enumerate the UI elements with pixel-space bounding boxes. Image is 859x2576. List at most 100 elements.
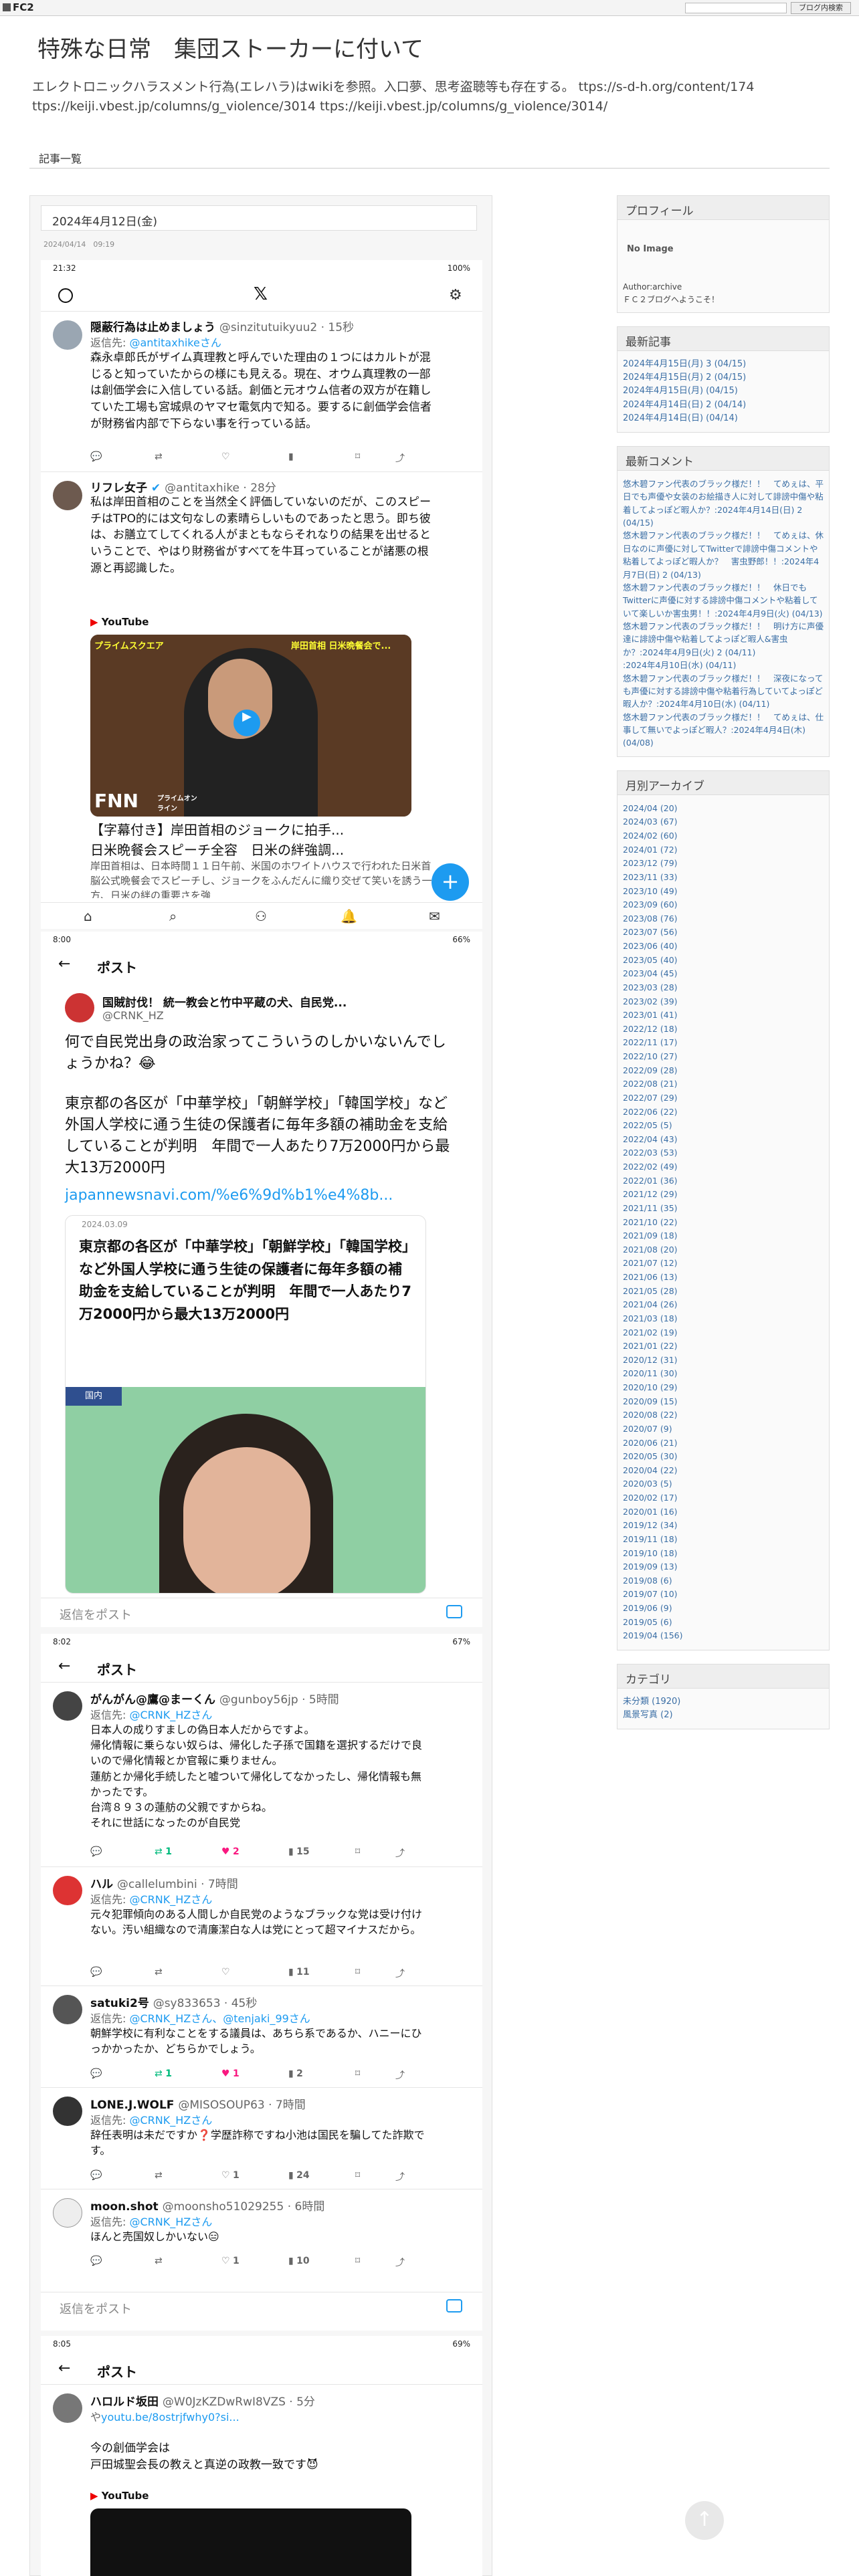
archive-month-link[interactable]: 2020/09 (15) [623, 1395, 824, 1409]
archive-month-link[interactable]: 2020/03 (5) [623, 1477, 824, 1491]
reply-icon[interactable]: 💬 [90, 2256, 102, 2266]
video-thumbnail[interactable]: プライムスクエア 岸田首相 日米晩餐会で... ▶ FNN プライムオンライン [90, 635, 411, 817]
archive-month-link[interactable]: 2022/01 (36) [623, 1174, 824, 1188]
views-icon[interactable]: ▮ 11 [288, 1967, 310, 1977]
archive-month-link[interactable]: 2022/05 (5) [623, 1119, 824, 1133]
views-icon[interactable]: ▮ 15 [288, 1846, 310, 1857]
reply-to-link[interactable]: @CRNK_HZさん [129, 1893, 212, 1906]
like-icon[interactable]: ♡ 1 [221, 2170, 240, 2181]
like-icon[interactable]: ♥ 1 [221, 2068, 240, 2079]
tweet-author[interactable]: リフレ女子 ✔ @antitaxhike · 28分 [90, 478, 276, 495]
recent-comment-link[interactable]: 悠木碧ファン代表のブラック様だ！！ てめぇは、仕事して無いでよっぽど暇人？:20… [623, 711, 824, 750]
reply-to-link[interactable]: @CRNK_HZさん [129, 2216, 212, 2228]
back-arrow-icon[interactable]: ← [58, 956, 70, 972]
archive-month-link[interactable]: 2020/06 (21) [623, 1436, 824, 1451]
youtube-link[interactable]: youtu.be/8ostrjfwhy0?si... [101, 2411, 240, 2424]
like-icon[interactable]: ♥ 2 [221, 1846, 240, 1857]
archive-month-link[interactable]: 2023/10 (49) [623, 885, 824, 899]
archive-month-link[interactable]: 2022/12 (18) [623, 1023, 824, 1037]
archive-month-link[interactable]: 2020/11 (30) [623, 1367, 824, 1381]
home-icon[interactable]: ⌂ [84, 908, 92, 924]
tweet-author[interactable]: 隠蔽行為は止めましょう @sinzitutuikyuu2 · 15秒 [90, 318, 354, 334]
back-arrow-icon[interactable]: ← [58, 2360, 70, 2377]
category-link[interactable]: 風景写真 (2) [623, 1709, 824, 1722]
archive-month-link[interactable]: 2023/04 (45) [623, 967, 824, 981]
reply-author[interactable]: ハル @callelumbini · 7時間 [90, 1874, 238, 1891]
archive-month-link[interactable]: 2019/12 (34) [623, 1519, 824, 1533]
archive-month-link[interactable]: 2019/10 (18) [623, 1547, 824, 1561]
card-title[interactable]: 【字幕付き】岸田首相のジョークに拍手... [90, 819, 465, 839]
reply-to-link[interactable]: @CRNK_HZさん [129, 1709, 212, 1721]
reply-icon[interactable]: 💬 [90, 451, 102, 462]
post-link[interactable]: japannewsnavi.com/%e6%9d%b1%e4%8b... [65, 1187, 393, 1204]
archive-month-link[interactable]: 2021/12 (29) [623, 1188, 824, 1202]
share-icon[interactable]: ⤴ [395, 1846, 405, 1860]
video-thumbnail[interactable] [90, 2508, 411, 2576]
archive-month-link[interactable]: 2021/01 (22) [623, 1339, 824, 1354]
views-icon[interactable]: ▮ 2 [288, 2068, 303, 2079]
archive-month-link[interactable]: 2022/09 (28) [623, 1064, 824, 1078]
archive-month-link[interactable]: 2020/07 (9) [623, 1422, 824, 1436]
archive-month-link[interactable]: 2023/05 (40) [623, 954, 824, 968]
share-icon[interactable]: ⤴ [395, 1967, 405, 1980]
avatar[interactable] [53, 2097, 82, 2126]
back-arrow-icon[interactable]: ← [58, 1658, 70, 1675]
archive-month-link[interactable]: 2024/04 (20) [623, 802, 824, 816]
compose-fab-icon[interactable]: + [432, 863, 469, 901]
archive-month-link[interactable]: 2020/05 (30) [623, 1450, 824, 1464]
retweet-icon[interactable]: ⇄ 1 [155, 1846, 172, 1857]
archive-month-link[interactable]: 2022/07 (29) [623, 1091, 824, 1105]
retweet-icon[interactable]: ⇄ [155, 2256, 163, 2266]
recent-comment-link[interactable]: 悠木碧ファン代表のブラック様だ！！ てめぇは、平日でも声優や女装のお絵描き人に対… [623, 477, 824, 530]
bookmark-icon[interactable]: ⌑ [355, 1846, 360, 1857]
play-icon[interactable]: ▶ [233, 710, 260, 736]
share-icon[interactable]: ⤴ [395, 451, 405, 465]
recent-comment-link[interactable]: :2024年4月10日(水) (04/11) [623, 659, 824, 671]
archive-month-link[interactable]: 2020/08 (22) [623, 1408, 824, 1422]
avatar[interactable] [53, 2393, 82, 2423]
archive-month-link[interactable]: 2022/08 (21) [623, 1077, 824, 1091]
archive-month-link[interactable]: 2023/08 (76) [623, 912, 824, 926]
recent-post-link[interactable]: 2024年4月15日(月) 2 (04/15) [623, 371, 824, 385]
archive-month-link[interactable]: 2019/07 (10) [623, 1588, 824, 1602]
archive-month-link[interactable]: 2019/04 (156) [623, 1629, 824, 1643]
nav-tab-article-list[interactable]: 記事一覧 [39, 150, 82, 166]
settings-gear-icon[interactable]: ⚙ [449, 287, 462, 304]
like-icon[interactable]: ♡ [221, 1967, 230, 1977]
blog-search-button[interactable]: ブログ内検索 [791, 2, 851, 14]
avatar[interactable] [53, 1691, 82, 1721]
reply-author[interactable]: LONE.J.WOLF @MISOSOUP63 · 7時間 [90, 2095, 306, 2112]
reply-icon[interactable]: 💬 [90, 2068, 102, 2079]
archive-month-link[interactable]: 2021/09 (18) [623, 1229, 824, 1243]
archive-month-link[interactable]: 2021/03 (18) [623, 1312, 824, 1326]
archive-month-link[interactable]: 2023/12 (79) [623, 857, 824, 871]
recent-comment-link[interactable]: 悠木碧ファン代表のブラック様だ！！ 深夜になっても声優に対する誹謗中傷や粘着行為… [623, 672, 824, 711]
archive-month-link[interactable]: 2019/11 (18) [623, 1533, 824, 1547]
fc2-logo[interactable]: FC2 [3, 1, 34, 13]
archive-month-link[interactable]: 2023/07 (56) [623, 926, 824, 940]
recent-comment-link[interactable]: 悠木碧ファン代表のブラック様だ！！ 明け方に声優達に誹謗中傷や粘着してよっぽど暇… [623, 620, 824, 659]
archive-month-link[interactable]: 2023/11 (33) [623, 871, 824, 885]
views-icon[interactable]: ▮ [288, 451, 294, 462]
archive-month-link[interactable]: 2019/09 (13) [623, 1560, 824, 1574]
reply-author[interactable]: がんがん@鷹@まーくん @gunboy56jp · 5時間 [90, 1690, 339, 1707]
reply-to-link[interactable]: @CRNK_HZさん、@tenjaki_99さん [129, 2012, 310, 2025]
reply-to-link[interactable]: @CRNK_HZさん [129, 2114, 212, 2127]
bookmark-icon[interactable]: ⌑ [355, 2068, 360, 2079]
archive-month-link[interactable]: 2021/05 (28) [623, 1285, 824, 1299]
messages-icon[interactable]: ✉ [429, 908, 440, 924]
link-card[interactable]: 2024.03.09 東京都の各区が「中華学校」「朝鮮学校」「韓国学校」など外国… [65, 1215, 426, 1594]
archive-month-link[interactable]: 2021/04 (26) [623, 1298, 824, 1312]
share-icon[interactable]: ⤴ [395, 2068, 405, 2082]
share-icon[interactable]: ⤴ [395, 2170, 405, 2183]
recent-comment-link[interactable]: 悠木碧ファン代表のブラック様だ！！ 休日でもTwitterに声優に対する誹謗中傷… [623, 581, 824, 620]
archive-month-link[interactable]: 2020/04 (22) [623, 1464, 824, 1478]
retweet-icon[interactable]: ⇄ [155, 2170, 163, 2181]
scroll-to-top-icon[interactable]: ↑ [685, 2501, 724, 2540]
archive-month-link[interactable]: 2021/02 (19) [623, 1326, 824, 1340]
archive-month-link[interactable]: 2021/06 (13) [623, 1271, 824, 1285]
bookmark-icon[interactable]: ⌑ [355, 1967, 360, 1977]
archive-month-link[interactable]: 2024/01 (72) [623, 843, 824, 857]
archive-month-link[interactable]: 2023/09 (60) [623, 898, 824, 912]
tweet-author[interactable]: ハロルド坂田 @W0JzKZDwRwI8VZS · 5分 [90, 2392, 315, 2409]
